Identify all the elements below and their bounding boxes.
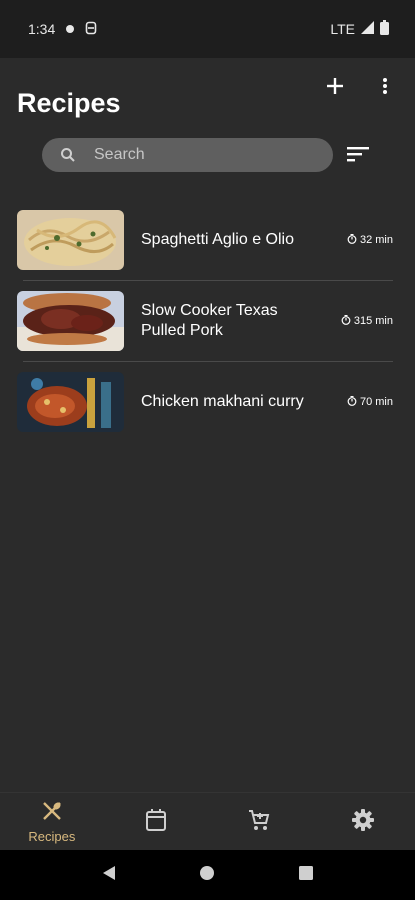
recipe-thumbnail [17, 291, 124, 351]
recipe-name: Slow Cooker Texas Pulled Pork [141, 302, 278, 339]
status-right: LTE [330, 20, 389, 38]
timer-icon [341, 314, 351, 328]
sort-button[interactable] [344, 142, 372, 170]
notification-icon [65, 21, 75, 37]
search-icon [60, 147, 76, 163]
recipe-thumbnail [17, 210, 124, 270]
recents-square-icon [298, 865, 314, 885]
more-vertical-icon [382, 77, 388, 100]
recipe-time-value: 315 min [353, 315, 393, 327]
nav-recipes-label: Recipes [28, 829, 76, 844]
app-screen: Recipes Search Spaghetti Aglio e Olio 32… [0, 58, 415, 792]
status-time: 1:34 [28, 21, 56, 37]
battery-icon [380, 20, 389, 38]
back-triangle-icon [101, 865, 117, 885]
sort-icon [347, 146, 369, 167]
search-input[interactable] [92, 145, 296, 165]
more-options-button[interactable] [369, 72, 401, 104]
nav-recipes[interactable]: Recipes [0, 793, 104, 851]
recipe-name: Spaghetti Aglio e Olio [141, 231, 294, 248]
bottom-navigation: Recipes [0, 792, 415, 851]
recipe-thumbnail [17, 372, 124, 432]
search-row [42, 138, 382, 174]
timer-icon [347, 395, 357, 409]
plus-icon [326, 77, 344, 100]
network-type: LTE [330, 21, 355, 37]
toolbar-actions [319, 72, 401, 104]
recents-button[interactable] [298, 865, 314, 886]
signal-icon [361, 21, 374, 37]
status-bar: 1:34 LTE [0, 0, 415, 58]
status-left: 1:34 [28, 21, 97, 38]
page-title: Recipes [17, 88, 121, 118]
home-button[interactable] [199, 865, 215, 886]
utensils-icon [41, 800, 63, 827]
recipe-item[interactable]: Slow Cooker Texas Pulled Pork 315 min [17, 281, 393, 361]
back-button[interactable] [101, 865, 117, 886]
timer-icon [347, 233, 357, 247]
recipe-time: 70 min [347, 395, 393, 409]
recipe-time: 32 min [347, 233, 393, 247]
app-notification-icon [85, 21, 97, 38]
recipe-time: 315 min [341, 314, 393, 328]
gear-icon [352, 808, 375, 836]
system-navigation-bar [0, 850, 415, 900]
recipe-item[interactable]: Spaghetti Aglio e Olio 32 min [17, 200, 393, 280]
recipe-item[interactable]: Chicken makhani curry 70 min [17, 362, 393, 442]
recipe-time-value: 32 min [359, 234, 393, 246]
recipe-time-value: 70 min [359, 396, 393, 408]
cart-icon [247, 808, 271, 837]
home-circle-icon [199, 865, 215, 885]
nav-calendar[interactable] [104, 793, 208, 851]
recipe-name: Chicken makhani curry [141, 393, 304, 410]
calendar-icon [145, 808, 167, 837]
nav-settings[interactable] [311, 793, 415, 851]
search-bar[interactable] [42, 138, 333, 172]
recipe-list: Spaghetti Aglio e Olio 32 min Slow Cooke… [17, 200, 393, 442]
add-recipe-button[interactable] [319, 72, 351, 104]
nav-shopping[interactable] [208, 793, 312, 851]
